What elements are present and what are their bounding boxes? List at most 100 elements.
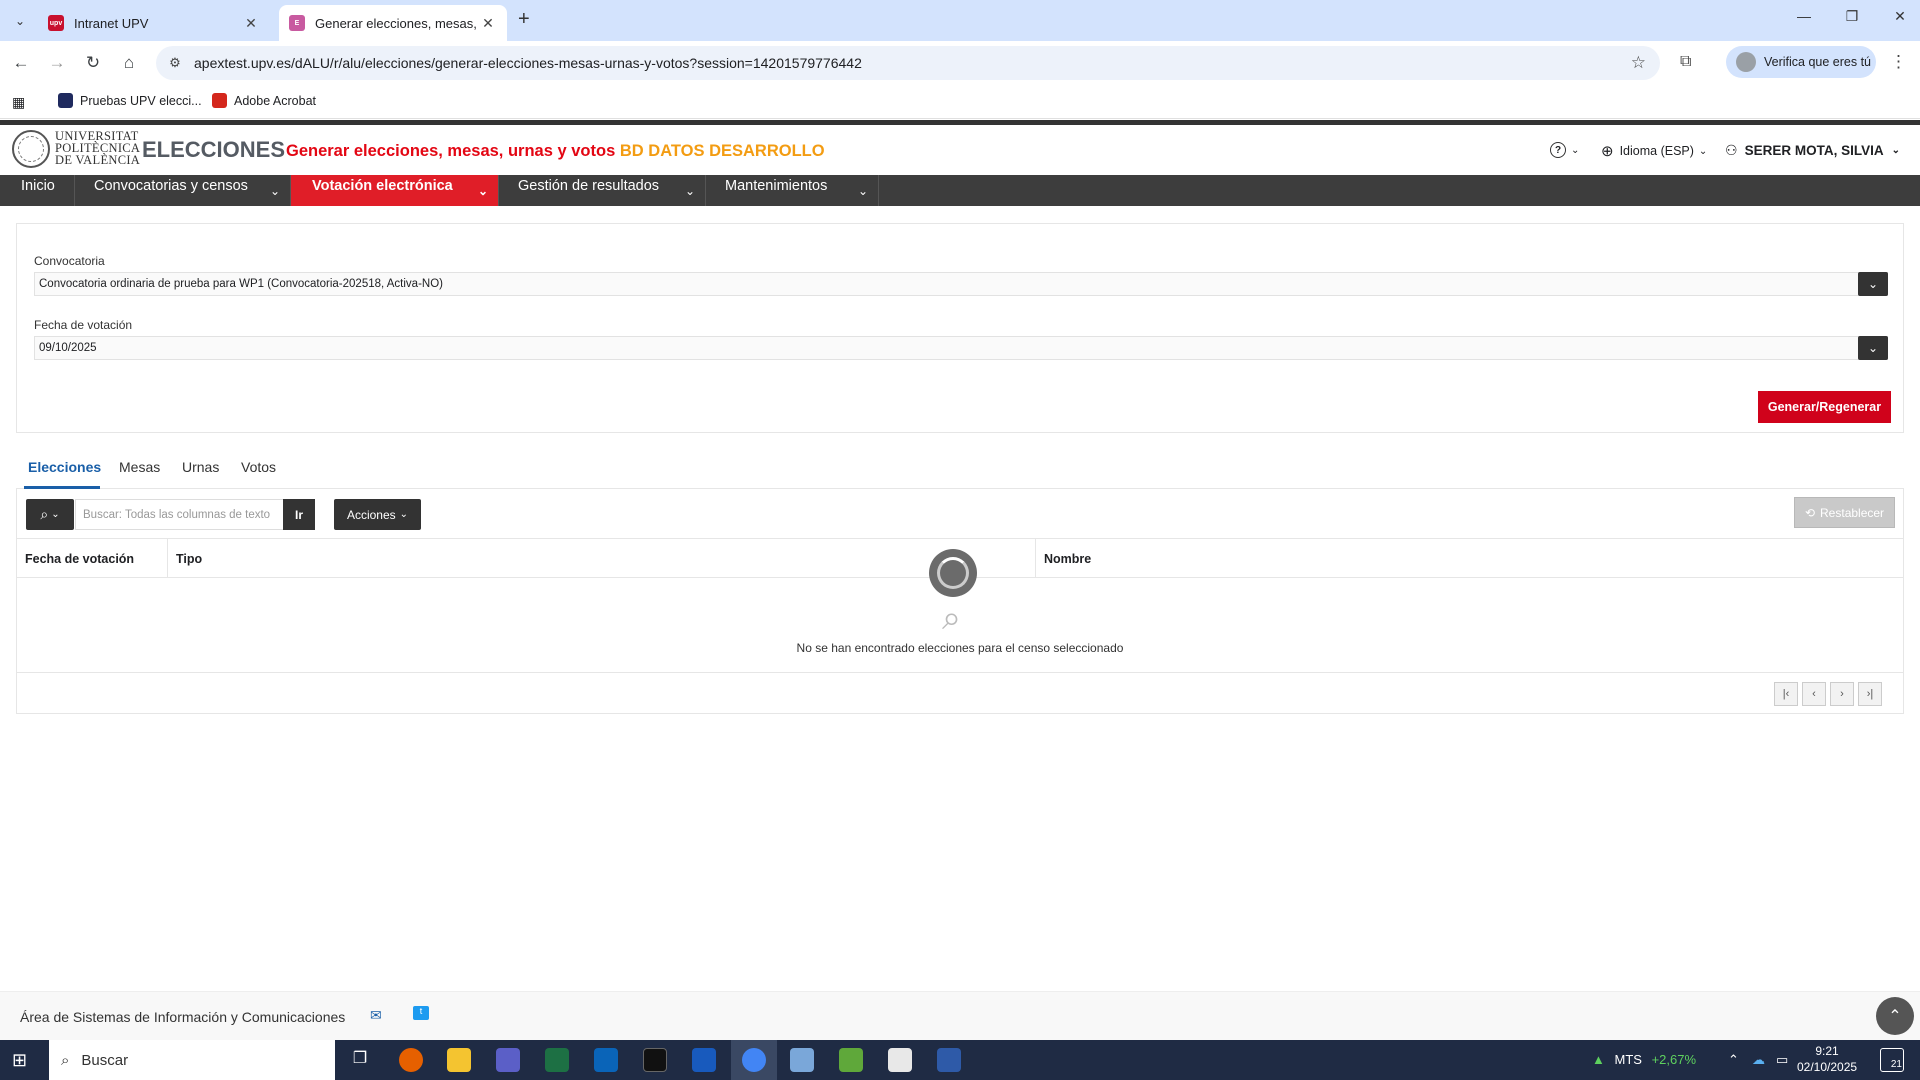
menu-item-mantenimientos[interactable]: Mantenimientos ⌄ — [706, 175, 879, 206]
extensions-puzzle-icon[interactable]: ⧉ — [1680, 53, 1691, 71]
chrome-icon[interactable] — [742, 1048, 766, 1072]
menu-item-inicio[interactable]: Inicio — [0, 175, 75, 206]
search-column-button[interactable]: ⌕ ⌄ — [26, 499, 74, 530]
onedrive-cloud-icon[interactable]: ☁ — [1752, 1052, 1765, 1068]
bookmark-pruebas[interactable]: Pruebas UPV elecci... — [58, 93, 202, 108]
first-page-icon[interactable]: |‹ — [1774, 682, 1798, 706]
clock-date: 02/10/2025 — [1797, 1060, 1858, 1074]
generar-regenerar-button[interactable]: Generar/Regenerar — [1758, 391, 1891, 423]
notifications-icon[interactable]: 21 — [1880, 1048, 1904, 1072]
address-bar[interactable]: ⚙ apextest.upv.es/dALU/r/alu/elecciones/… — [156, 46, 1660, 80]
browser-tab-intranet[interactable]: upv Intranet UPV ✕ — [38, 5, 270, 41]
search-input[interactable]: Buscar: Todas las columnas de texto — [75, 499, 284, 530]
search-icon: ⌕ — [40, 506, 49, 522]
upv-seal-icon[interactable] — [12, 130, 50, 168]
bookmark-favicon-icon — [58, 93, 73, 108]
column-header-tipo[interactable]: Tipo — [168, 539, 1036, 578]
bookmark-star-icon[interactable]: ☆ — [1631, 53, 1646, 73]
restore-icon[interactable]: ❐ — [1832, 8, 1872, 25]
java-icon[interactable] — [888, 1048, 912, 1072]
menu-item-votacion[interactable]: Votación electrónica ⌄ — [291, 175, 499, 206]
help-menu[interactable]: ? ⌄ — [1550, 142, 1579, 158]
bookmark-acrobat[interactable]: Adobe Acrobat — [212, 93, 316, 108]
loading-spinner-icon — [929, 549, 977, 597]
acciones-button[interactable]: Acciones ⌄ — [334, 499, 421, 530]
twitter-icon[interactable]: t — [413, 1006, 429, 1020]
page-title: Generar elecciones, mesas, urnas y votos… — [286, 142, 825, 161]
chevron-down-icon[interactable]: ⌄ — [270, 184, 280, 198]
convocatoria-select[interactable]: Convocatoria ordinaria de prueba para WP… — [34, 272, 1888, 296]
reload-icon[interactable]: ↻ — [81, 51, 105, 75]
tab-votos[interactable]: Votos — [241, 459, 276, 475]
chevron-down-icon[interactable]: ⌄ — [1858, 272, 1888, 296]
menu-item-resultados[interactable]: Gestión de resultados ⌄ — [499, 175, 706, 206]
word-icon[interactable] — [692, 1048, 716, 1072]
stock-trend-icon: ▲ — [1592, 1052, 1605, 1067]
close-tab-icon[interactable]: ✕ — [242, 15, 260, 32]
menu-kebab-icon[interactable]: ⋮ — [1890, 52, 1907, 72]
chevron-down-icon[interactable]: ⌄ — [478, 184, 488, 198]
language-menu[interactable]: ⊕ Idioma (ESP) ⌄ — [1601, 142, 1707, 160]
app-icon[interactable] — [839, 1048, 863, 1072]
last-page-icon[interactable]: ›| — [1858, 682, 1882, 706]
tab-mesas[interactable]: Mesas — [119, 459, 160, 475]
stock-widget[interactable]: ▲ MTS +2,67% — [1592, 1052, 1696, 1067]
back-arrow-icon[interactable]: ← — [9, 51, 33, 75]
window-close-icon[interactable]: ✕ — [1880, 8, 1920, 25]
firefox-icon[interactable] — [399, 1048, 423, 1072]
excel-icon[interactable] — [545, 1048, 569, 1072]
user-icon: ⚇ — [1725, 142, 1738, 158]
chevron-down-icon[interactable]: ⌄ — [858, 184, 868, 198]
chevron-down-icon[interactable]: ⌄ — [685, 184, 695, 198]
outlook-icon[interactable] — [594, 1048, 618, 1072]
paint-icon[interactable] — [790, 1048, 814, 1072]
next-page-icon[interactable]: › — [1830, 682, 1854, 706]
terminal-icon[interactable] — [643, 1048, 667, 1072]
teams-icon[interactable] — [496, 1048, 520, 1072]
environment-badge: BD DATOS DESARROLLO — [619, 142, 825, 160]
network-icon[interactable]: ▭ — [1776, 1052, 1788, 1068]
clock[interactable]: 9:21 02/10/2025 — [1797, 1043, 1857, 1075]
tab-search-chevron-icon[interactable]: ⌄ — [7, 8, 33, 34]
close-tab-icon[interactable]: ✕ — [479, 15, 497, 32]
profile-chip[interactable]: Verifica que eres tú — [1726, 46, 1876, 78]
menu-item-label: Gestión de resultados — [518, 178, 660, 194]
app-name[interactable]: ELECCIONES — [142, 137, 285, 163]
chevron-down-icon[interactable]: ⌄ — [1858, 336, 1888, 360]
minimize-icon[interactable]: — — [1784, 8, 1824, 24]
selection-panel: Convocatoria Convocatoria ordinaria de p… — [16, 223, 1904, 433]
chevron-down-icon: ⌄ — [1571, 144, 1580, 156]
scroll-to-top-button[interactable]: ⌃ — [1876, 997, 1914, 1035]
tab-urnas[interactable]: Urnas — [182, 459, 219, 475]
new-tab-plus-icon[interactable]: + — [518, 8, 530, 31]
windows-start-icon[interactable]: ⊞ — [12, 1050, 27, 1071]
mail-icon[interactable]: ✉ — [370, 1007, 382, 1024]
previous-page-icon[interactable]: ‹ — [1802, 682, 1826, 706]
column-header-nombre[interactable]: Nombre — [1036, 539, 1903, 578]
remote-desktop-icon[interactable] — [937, 1048, 961, 1072]
chevron-down-icon: ⌄ — [399, 509, 409, 520]
site-info-icon[interactable]: ⚙ — [156, 55, 194, 71]
forward-arrow-icon[interactable]: → — [45, 51, 69, 75]
stock-label: MTS — [1614, 1052, 1642, 1067]
chevron-up-icon: ⌃ — [1888, 1008, 1902, 1025]
upv-logo-text[interactable]: UNIVERSITAT POLITÈCNICA DE VALÈNCIA — [55, 130, 141, 167]
file-explorer-icon[interactable] — [447, 1048, 471, 1072]
tab-elecciones[interactable]: Elecciones — [28, 459, 101, 475]
taskbar-search-box[interactable]: ⌕ Buscar — [49, 1040, 335, 1080]
home-icon[interactable]: ⌂ — [117, 51, 141, 75]
column-header-fecha[interactable]: Fecha de votación — [17, 539, 168, 578]
tray-chevron-up-icon[interactable]: ⌃ — [1728, 1052, 1739, 1068]
browser-toolbar: ← → ↻ ⌂ ⚙ apextest.upv.es/dALU/r/alu/ele… — [0, 41, 1920, 85]
apps-grid-icon[interactable]: ▦ — [12, 94, 25, 111]
user-menu[interactable]: ⚇ SERER MOTA, SILVIA ⌄ — [1725, 142, 1900, 159]
windows-taskbar: ⊞ ⌕ Buscar ❐ ▲ MTS +2,67% ⌃ ☁ ▭ 9:21 02/… — [0, 1040, 1920, 1080]
restablecer-button[interactable]: ⟲ Restablecer — [1794, 497, 1895, 528]
fecha-votacion-select[interactable]: 09/10/2025 ⌄ — [34, 336, 1888, 360]
ir-button[interactable]: Ir — [283, 499, 315, 530]
browser-tab-elecciones[interactable]: E Generar elecciones, mesas, urna ✕ — [279, 5, 507, 41]
menu-item-convocatorias[interactable]: Convocatorias y censos ⌄ — [75, 175, 291, 206]
task-view-icon[interactable]: ❐ — [348, 1048, 372, 1072]
logo-line: DE VALÈNCIA — [55, 153, 141, 167]
language-label: Idioma (ESP) — [1619, 144, 1694, 158]
